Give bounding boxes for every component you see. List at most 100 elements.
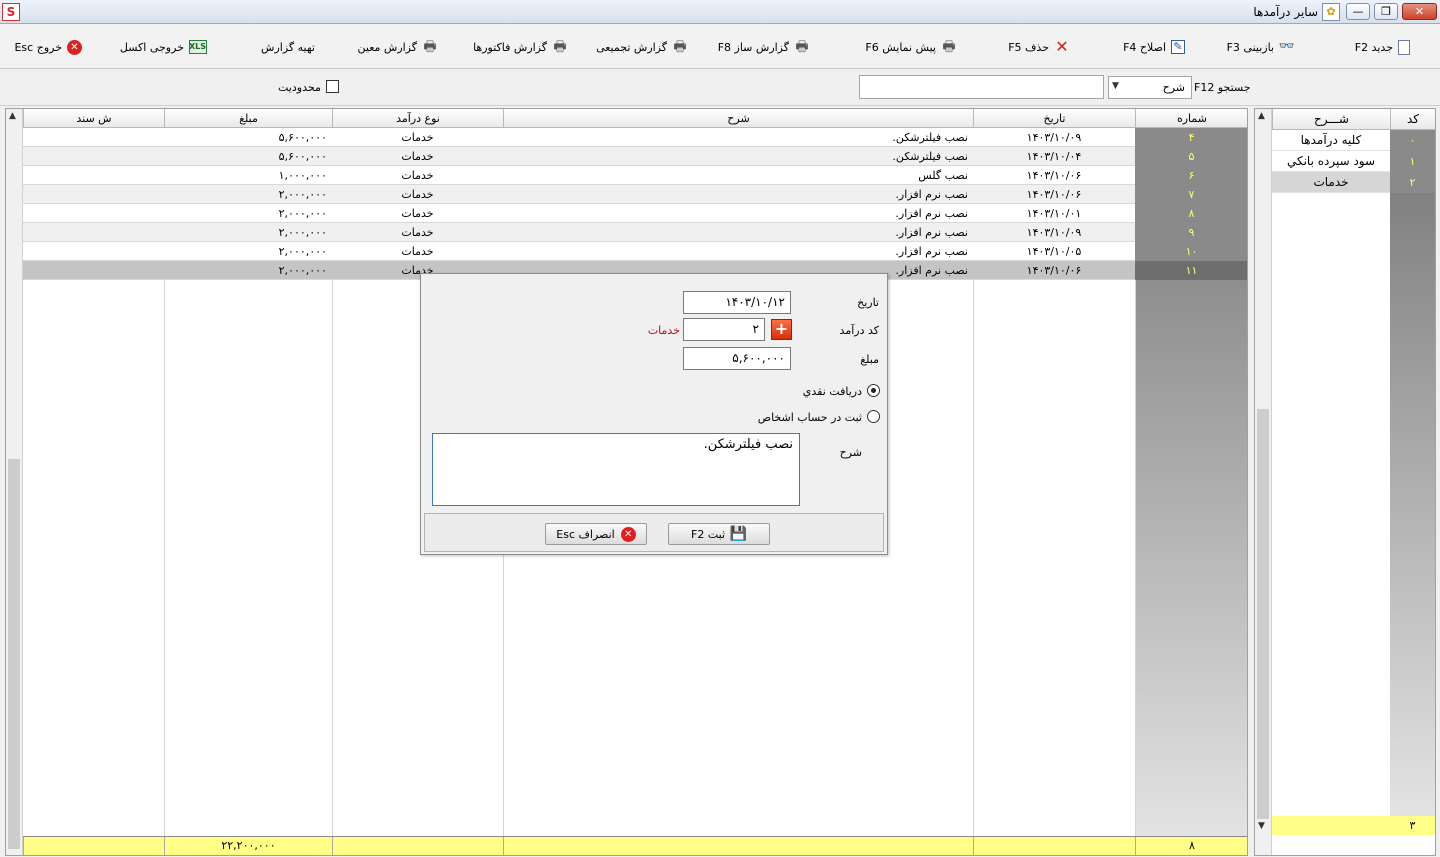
report-builder-button[interactable]: 🖶 گزارش ساز F8 bbox=[718, 37, 810, 57]
limit-label: محدودیت bbox=[278, 81, 321, 94]
exit-icon: ✕ bbox=[620, 526, 636, 542]
cell-income_type: خدمات bbox=[401, 226, 434, 239]
cell-date: ۱۴۰۳/۱۰/۰۵ bbox=[1026, 245, 1082, 258]
excel-icon: XLS bbox=[189, 40, 207, 54]
grid-footer: ۲۲,۲۰۰,۰۰۰ ۸ bbox=[23, 836, 1247, 855]
scroll-up-icon[interactable]: ▲ bbox=[1258, 111, 1265, 121]
cell-amount: ۲,۰۰۰,۰۰۰ bbox=[278, 264, 327, 277]
review-button[interactable]: 👓 بازبینی F3 bbox=[1227, 37, 1295, 57]
app-logo-icon[interactable]: S bbox=[2, 3, 20, 21]
search-label: جستجو F12 bbox=[1194, 81, 1251, 94]
grid-scrollbar[interactable]: ▲ bbox=[6, 109, 23, 855]
glasses-icon: 👓 bbox=[1278, 39, 1295, 54]
column-header-date[interactable]: تاریخ bbox=[973, 109, 1135, 128]
column-header-doc_no[interactable]: ش سند bbox=[23, 109, 164, 128]
side-footer-count: ۳ bbox=[1409, 819, 1416, 832]
save-button[interactable]: 💾 ثبت F2 bbox=[668, 523, 770, 545]
person-option-label: ثبت در حساب اشخاص bbox=[757, 411, 862, 424]
new-button[interactable]: جدید F2 bbox=[1355, 37, 1410, 57]
printer-icon: 🖶 bbox=[553, 39, 567, 55]
document-icon bbox=[1398, 39, 1410, 55]
exit-icon: ✕ bbox=[67, 39, 82, 55]
cell-amount: ۵,۶۰۰,۰۰۰ bbox=[278, 131, 327, 144]
column-header-description[interactable]: شرح bbox=[503, 109, 973, 128]
scroll-up-icon[interactable]: ▲ bbox=[9, 111, 16, 121]
person-account-radio[interactable] bbox=[867, 410, 880, 423]
cell-number: ۷ bbox=[1135, 185, 1247, 204]
exit-button[interactable]: ✕ خروج Esc bbox=[14, 37, 82, 57]
preview-button-label: پیش نمایش F6 bbox=[865, 40, 936, 54]
column-header-amount[interactable]: مبلغ bbox=[164, 109, 332, 128]
invoice-report-label: گزارش فاکتورها bbox=[473, 40, 547, 54]
scrollbar-thumb[interactable] bbox=[8, 459, 20, 849]
scroll-down-icon[interactable]: ▼ bbox=[1258, 821, 1265, 831]
cell-date: ۱۴۰۳/۱۰/۰۱ bbox=[1026, 207, 1082, 220]
search-input[interactable] bbox=[859, 75, 1104, 99]
amount-field[interactable]: ۵,۶۰۰,۰۰۰ bbox=[683, 347, 791, 370]
description-textarea[interactable]: نصب فیلترشکن. bbox=[432, 433, 800, 506]
footer-amount: ۲۲,۲۰۰,۰۰۰ bbox=[164, 837, 332, 855]
prepare-report-button[interactable]: تهیه گزارش bbox=[261, 37, 315, 57]
table-row[interactable]: ۲,۰۰۰,۰۰۰ خدمات نصب نرم افزار. ۱۴۰۳/۱۰/۰۵ ۱۰ bbox=[23, 242, 1247, 261]
cell-number: ۶ bbox=[1135, 166, 1247, 185]
cell-amount: ۲,۰۰۰,۰۰۰ bbox=[278, 245, 327, 258]
cell-date: ۱۴۰۳/۱۰/۰۹ bbox=[1026, 226, 1082, 239]
cell-number: ۴ bbox=[1135, 128, 1247, 147]
edit-button-label: اصلاح F4 bbox=[1123, 40, 1166, 54]
cell-date: ۱۴۰۳/۱۰/۰۶ bbox=[1026, 188, 1082, 201]
cash-radio[interactable] bbox=[867, 384, 880, 397]
preview-button[interactable]: 🖶 پیش نمایش F6 bbox=[865, 37, 957, 57]
summary-report-button[interactable]: 🖶 گزارش تجمیعی bbox=[596, 37, 688, 57]
scrollbar-thumb[interactable] bbox=[1257, 409, 1269, 819]
table-row[interactable]: ۲,۰۰۰,۰۰۰ خدمات نصب نرم افزار. ۱۴۰۳/۱۰/۰۶ ۷ bbox=[23, 185, 1247, 204]
restore-button[interactable]: ❐ bbox=[1374, 3, 1398, 20]
cell-amount: ۲,۰۰۰,۰۰۰ bbox=[278, 207, 327, 220]
search-field-select[interactable]: شرح ▼ bbox=[1108, 76, 1192, 99]
ledger-report-button[interactable]: 🖶 گزارش معین bbox=[358, 37, 439, 57]
column-header-income_type[interactable]: نوع درآمد bbox=[332, 109, 503, 128]
edit-button[interactable]: ✎ اصلاح F4 bbox=[1123, 37, 1185, 57]
window-title: سایر درآمدها bbox=[1253, 5, 1318, 19]
cell-number: ۸ bbox=[1135, 204, 1247, 223]
side-footer: ۳ bbox=[1272, 816, 1435, 835]
title-bar: S سایر درآمدها ✿ — ❐ ✕ bbox=[0, 0, 1440, 24]
list-item[interactable]: سود سپرده بانكي ۱ bbox=[1272, 151, 1435, 172]
cell-date: ۱۴۰۳/۱۰/۰۶ bbox=[1026, 169, 1082, 182]
cell-doc_no bbox=[23, 223, 164, 242]
side-column-header-code[interactable]: کد bbox=[1390, 109, 1435, 130]
table-row[interactable]: ۲,۰۰۰,۰۰۰ خدمات نصب نرم افزار. ۱۴۰۳/۱۰/۰۹ ۹ bbox=[23, 223, 1247, 242]
cell-doc_no bbox=[23, 147, 164, 166]
side-column-header-description[interactable]: شـــرح bbox=[1272, 109, 1390, 130]
toolbar: جدید F2 👓 بازبینی F3 ✎ اصلاح F4 ✕ حذف F5… bbox=[0, 25, 1440, 69]
cell-description: نصب نرم افزار. bbox=[895, 226, 968, 239]
date-label: تاریخ bbox=[857, 296, 879, 309]
cell-income_type: خدمات bbox=[401, 188, 434, 201]
column-header-number[interactable]: شماره bbox=[1135, 109, 1247, 128]
cell-amount: ۲,۰۰۰,۰۰۰ bbox=[278, 226, 327, 239]
cell-description: نصب فیلترشکن. bbox=[892, 131, 968, 144]
table-row[interactable]: ۲,۰۰۰,۰۰۰ خدمات نصب نرم افزار. ۱۴۰۳/۱۰/۰۱ ۸ bbox=[23, 204, 1247, 223]
side-scrollbar[interactable]: ▲ ▼ bbox=[1255, 109, 1272, 855]
table-row[interactable]: ۵,۶۰۰,۰۰۰ خدمات نصب فیلترشکن. ۱۴۰۳/۱۰/۰۹ ۴ bbox=[23, 128, 1247, 147]
delete-button[interactable]: ✕ حذف F5 bbox=[1008, 37, 1070, 57]
side-cell-code: ۲ bbox=[1390, 172, 1435, 193]
income-code-field[interactable]: ۲ bbox=[683, 318, 765, 341]
edit-icon: ✎ bbox=[1171, 40, 1185, 54]
close-button[interactable]: ✕ bbox=[1402, 3, 1437, 20]
table-row[interactable]: ۵,۶۰۰,۰۰۰ خدمات نصب فیلترشکن. ۱۴۰۳/۱۰/۰۴ ۵ bbox=[23, 147, 1247, 166]
table-row[interactable]: ۱,۰۰۰,۰۰۰ خدمات نصب گلس ۱۴۰۳/۱۰/۰۶ ۶ bbox=[23, 166, 1247, 185]
excel-export-button[interactable]: XLS خروجی اکسل bbox=[120, 37, 207, 57]
date-field[interactable]: ۱۴۰۳/۱۰/۱۲ bbox=[683, 291, 791, 314]
add-income-type-button[interactable]: + bbox=[771, 319, 792, 340]
list-item[interactable]: کلیه درآمدها ۰ bbox=[1272, 130, 1435, 151]
invoice-report-button[interactable]: 🖶 گزارش فاکتورها bbox=[473, 37, 568, 57]
limit-checkbox[interactable] bbox=[326, 80, 339, 93]
cancel-button-label: انصراف Esc bbox=[556, 527, 615, 541]
prepare-report-label: تهیه گزارش bbox=[261, 40, 315, 54]
excel-export-label: خروجی اکسل bbox=[119, 40, 184, 54]
report-builder-label: گزارش ساز F8 bbox=[717, 40, 789, 54]
cancel-button[interactable]: ✕ انصراف Esc bbox=[545, 523, 647, 545]
minimize-button[interactable]: — bbox=[1346, 3, 1370, 20]
dialog-footer: 💾 ثبت F2 ✕ انصراف Esc bbox=[424, 513, 884, 552]
list-item[interactable]: خدمات ۲ bbox=[1272, 172, 1435, 193]
